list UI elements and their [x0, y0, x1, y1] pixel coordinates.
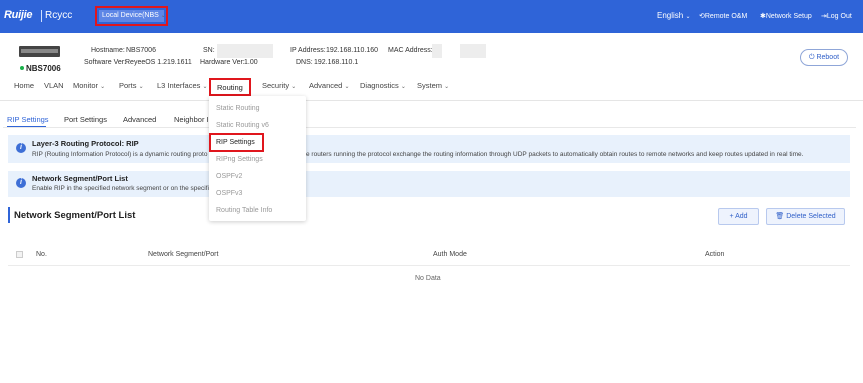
sn-label: SN:: [203, 47, 215, 54]
col-action: Action: [705, 251, 725, 258]
segment-info-title: Network Segment/Port List: [32, 174, 128, 183]
chevron-down-icon: ⌄: [100, 84, 106, 90]
device-selector-label: Local Device(NBS: [102, 12, 159, 19]
ruijie-logo: Ruijie: [4, 9, 33, 21]
hardware-value: 1.00: [244, 59, 258, 66]
info-icon: i: [16, 143, 26, 153]
segment-info-text: Enable RIP in the specified network segm…: [32, 185, 209, 192]
tab-divider: [3, 127, 856, 128]
select-all-checkbox[interactable]: [16, 251, 23, 258]
menu-rip-settings[interactable]: RIP Settings: [216, 139, 255, 146]
section-title: Network Segment/Port List: [14, 210, 136, 221]
tab-port-settings[interactable]: Port Settings: [64, 115, 107, 124]
mac-redacted-2: [460, 44, 486, 58]
network-setup-link[interactable]: ✱Network Setup: [760, 12, 812, 20]
table-header-divider: [8, 265, 850, 266]
col-network-segment: Network Segment/Port: [148, 251, 219, 258]
dns-label: DNS:: [296, 59, 313, 66]
mac-label: MAC Address:: [388, 47, 433, 54]
remote-om-link[interactable]: ⟲Remote O&M: [699, 12, 747, 20]
menu-ripng-settings[interactable]: RIPng Settings: [216, 156, 263, 163]
menu-ospfv3[interactable]: OSPFv3: [216, 190, 242, 197]
menu-static-routing[interactable]: Static Routing: [216, 105, 260, 112]
reyee-logo: Rcycc: [45, 10, 73, 21]
switch-image: [19, 46, 60, 57]
online-status-dot: [20, 66, 24, 70]
nav-home[interactable]: Home: [14, 81, 34, 90]
nav-monitor[interactable]: Monitor ⌄: [73, 81, 105, 90]
nav-system[interactable]: System ⌄: [417, 81, 449, 90]
segment-info-banner: [8, 171, 850, 197]
mac-redacted-1: [432, 44, 442, 58]
software-label: Software Ver:: [84, 59, 127, 66]
menu-routing-table-info[interactable]: Routing Table Info: [216, 207, 272, 214]
power-icon: ⏻: [808, 54, 815, 61]
device-model: NBS7006: [26, 64, 61, 73]
chevron-down-icon: ⌄: [138, 84, 144, 90]
rip-info-text-right: e routers running the protocol exchange …: [306, 151, 804, 158]
chevron-down-icon: ⌄: [291, 84, 297, 90]
nav-routing[interactable]: Routing: [209, 78, 251, 96]
nav-advanced[interactable]: Advanced ⌄: [309, 81, 349, 90]
chevron-down-icon: ⌄: [444, 84, 450, 90]
dns-value: 192.168.110.1: [314, 59, 359, 66]
trash-icon: 🗑: [775, 213, 785, 220]
reboot-button[interactable]: ⏻ Reboot: [800, 49, 848, 66]
hostname-label: Hostname:: [91, 47, 125, 54]
nav-l3-interfaces[interactable]: L3 Interfaces ⌄: [157, 81, 207, 90]
info-icon: i: [16, 178, 26, 188]
chevron-down-icon: ⌄: [202, 84, 208, 90]
logo-divider: [41, 10, 42, 22]
menu-ospfv2[interactable]: OSPFv2: [216, 173, 242, 180]
rip-info-text-left: RIP (Routing Information Protocol) is a …: [32, 151, 208, 158]
tab-neighbor-info[interactable]: Neighbor In: [174, 115, 213, 124]
col-auth-mode: Auth Mode: [433, 251, 467, 258]
chevron-down-icon: ⌄: [344, 84, 350, 90]
chevron-down-icon: ⌄: [400, 84, 406, 90]
rip-info-title: Layer-3 Routing Protocol: RIP: [32, 139, 139, 148]
software-value: ReyeeOS 1.219.1611: [125, 59, 192, 66]
tab-advanced[interactable]: Advanced: [123, 115, 156, 124]
hostname-value: NBS7006: [126, 47, 156, 54]
menu-static-routing-v6[interactable]: Static Routing v6: [216, 122, 269, 129]
nav-diagnostics[interactable]: Diagnostics ⌄: [360, 81, 406, 90]
sn-redacted: [217, 44, 273, 58]
nav-vlan[interactable]: VLAN: [44, 81, 64, 90]
section-accent-bar: [8, 207, 10, 223]
delete-selected-button[interactable]: 🗑 Delete Selected: [766, 208, 845, 225]
device-selector[interactable]: Local Device(NBS ⌄: [95, 6, 168, 26]
logout-link[interactable]: ⇥Log Out: [821, 12, 852, 20]
empty-table-text: No Data: [415, 275, 441, 282]
language-select[interactable]: English ⌄: [657, 11, 691, 20]
nav-ports[interactable]: Ports ⌄: [119, 81, 144, 90]
add-button[interactable]: + Add: [718, 208, 759, 225]
chevron-down-icon: ⌄: [160, 13, 164, 19]
chevron-down-icon: ⌄: [685, 14, 691, 20]
hardware-label: Hardware Ver:: [200, 59, 245, 66]
nav-divider: [0, 100, 863, 101]
nav-security[interactable]: Security ⌄: [262, 81, 296, 90]
ip-value: 192.168.110.160: [326, 47, 379, 54]
tab-rip-settings[interactable]: RIP Settings: [7, 115, 49, 124]
col-no: No.: [36, 251, 47, 258]
ip-label: IP Address:: [290, 47, 326, 54]
